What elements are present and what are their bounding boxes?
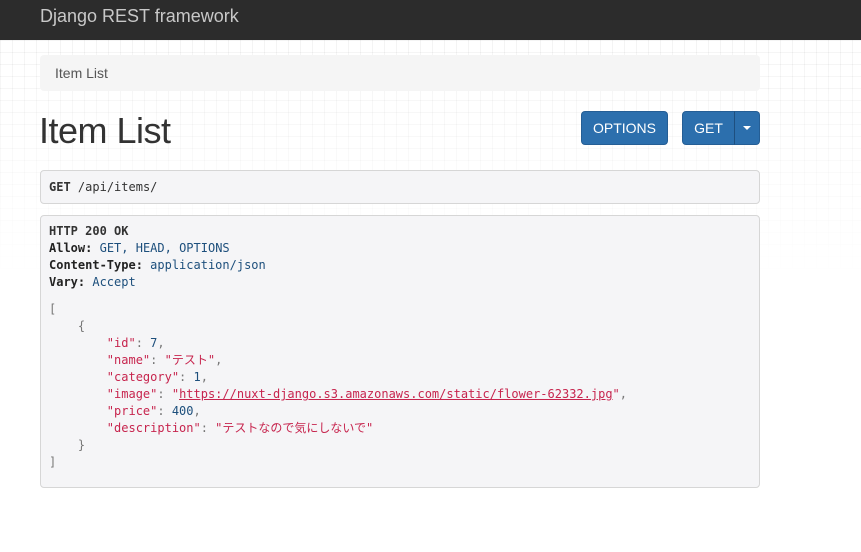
- brand-link[interactable]: Django REST framework: [40, 6, 239, 27]
- json-value: "テスト": [164, 353, 216, 367]
- json-field-price: "price": 400,: [106, 404, 201, 418]
- json-value: "テストなので気にしないで": [215, 421, 374, 435]
- json-field-description: "description": "テストなので気にしないで": [106, 421, 374, 435]
- format-dropdown-toggle[interactable]: [734, 111, 760, 145]
- image-url-link[interactable]: https://nuxt-django.s3.amazonaws.com/sta…: [179, 387, 612, 401]
- json-field-name: "name": "テスト",: [106, 353, 223, 367]
- breadcrumb: Item List: [40, 55, 760, 91]
- page-title: Item List: [39, 110, 171, 151]
- breadcrumb-item-item-list: Item List: [55, 65, 108, 81]
- json-close-bracket: ]: [49, 455, 57, 469]
- brace: }: [77, 438, 86, 452]
- json-key: "image": [106, 387, 158, 401]
- request-method: GET: [49, 180, 71, 194]
- json-open-bracket: [: [49, 302, 57, 316]
- response-status: HTTP 200 OK: [49, 223, 751, 240]
- json-key: "name": [106, 353, 151, 367]
- json-value: 1: [193, 370, 201, 384]
- get-button[interactable]: GET: [682, 111, 735, 145]
- json-open-brace: {: [49, 318, 751, 335]
- header-key: Allow:: [49, 241, 93, 255]
- header-key: Content-Type:: [49, 258, 143, 272]
- header-value: application/json: [150, 258, 266, 272]
- header-value: Accept: [92, 275, 136, 289]
- header-value: GET, HEAD, OPTIONS: [99, 241, 230, 255]
- header-key: Vary:: [49, 275, 86, 289]
- json-field-image: "image": "https://nuxt-django.s3.amazona…: [106, 387, 628, 401]
- json-field-category: "category": 1,: [106, 370, 208, 384]
- caret-down-icon: [743, 126, 751, 130]
- status-text: HTTP 200 OK: [49, 224, 129, 238]
- request-path: /api/items/: [77, 180, 158, 194]
- response-info: HTTP 200 OK Allow: GET, HEAD, OPTIONS Co…: [40, 215, 760, 488]
- request-info: GET /api/items/: [40, 170, 760, 204]
- json-value: 400: [171, 404, 194, 418]
- response-header-content-type: Content-Type: application/json: [49, 257, 751, 274]
- response-header-vary: Vary: Accept: [49, 274, 751, 291]
- brace: {: [77, 319, 86, 333]
- json-key: "category": [106, 370, 180, 384]
- json-field-id: "id": 7,: [106, 336, 165, 350]
- json-key: "price": [106, 404, 158, 418]
- json-key: "id": [106, 336, 136, 350]
- navbar: Django REST framework: [0, 0, 861, 40]
- options-button[interactable]: OPTIONS: [581, 111, 668, 145]
- response-header-allow: Allow: GET, HEAD, OPTIONS: [49, 240, 751, 257]
- json-key: "description": [106, 421, 201, 435]
- json-close-brace: }: [49, 437, 751, 454]
